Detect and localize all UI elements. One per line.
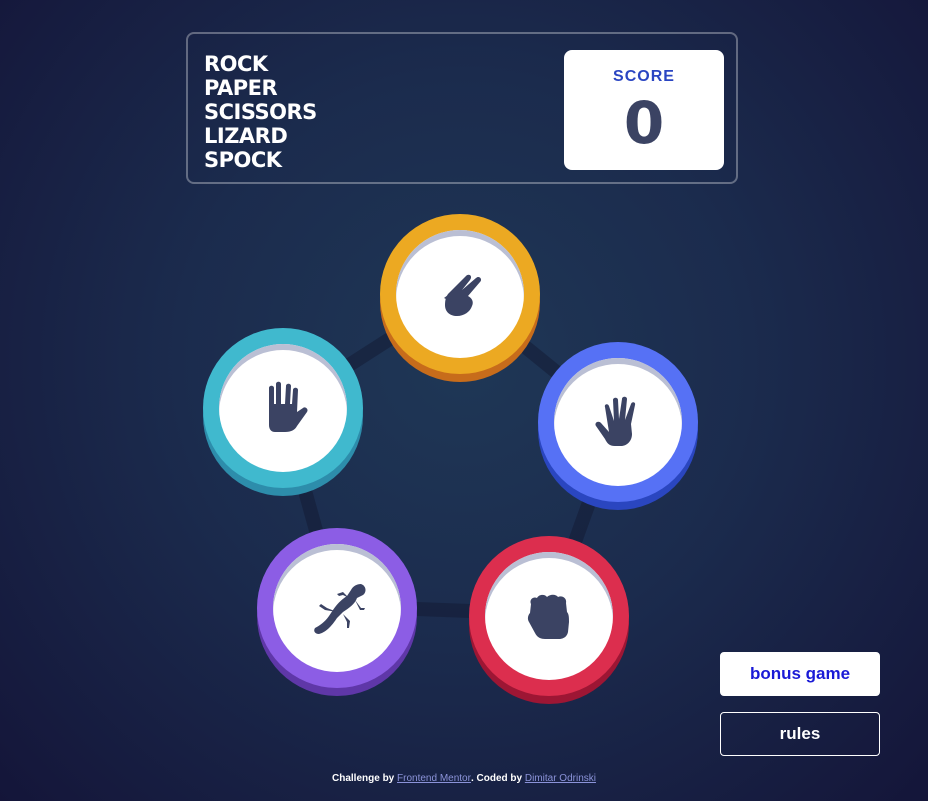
footer-attribution: Challenge by Frontend Mentor. Coded by D… (0, 773, 928, 784)
rock-icon (515, 582, 583, 650)
author-link[interactable]: Dimitar Odrinski (525, 773, 596, 784)
paper-icon (584, 388, 652, 456)
scissors-icon (426, 260, 494, 328)
footer-prefix: Challenge by (332, 773, 398, 784)
bonus-game-button[interactable]: bonus game (720, 652, 880, 696)
footer-middle: . Coded by (470, 773, 525, 784)
rock-token[interactable] (469, 536, 629, 696)
paper-token[interactable] (538, 342, 698, 502)
spock-token[interactable] (203, 328, 363, 488)
spock-icon (249, 374, 317, 442)
lizard-token[interactable] (257, 528, 417, 688)
frontend-mentor-link[interactable]: Frontend Mentor (397, 773, 471, 784)
lizard-icon (303, 574, 371, 642)
rules-button[interactable]: rules (720, 712, 880, 756)
scissors-token[interactable] (380, 214, 540, 374)
